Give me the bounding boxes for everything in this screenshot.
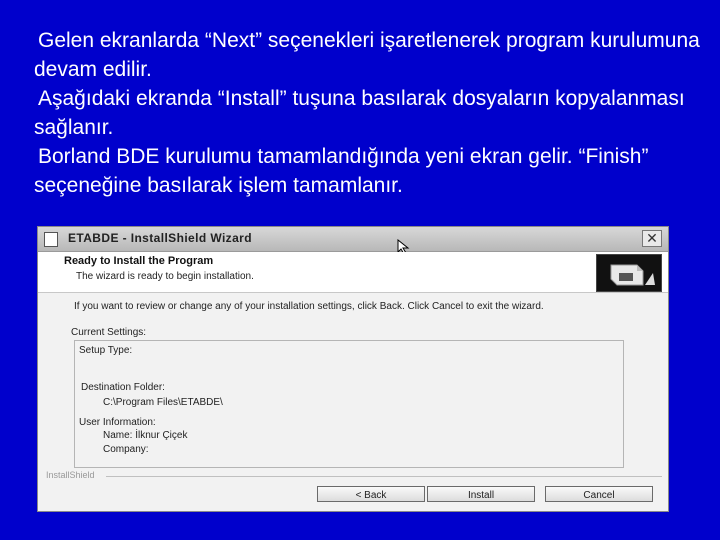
company-value: Company: (103, 444, 149, 455)
destination-folder-label: Destination Folder: (81, 382, 165, 393)
cancel-button[interactable]: Cancel (545, 486, 653, 502)
header-subtitle: The wizard is ready to begin installatio… (76, 271, 254, 282)
user-name-value: Name: İlknur Çiçek (103, 430, 188, 441)
wizard-header: Ready to Install the Program The wizard … (38, 252, 668, 293)
installshield-brand: InstallShield (46, 470, 95, 480)
app-icon (44, 232, 58, 247)
installshield-logo-icon (596, 254, 662, 292)
current-settings-label: Current Settings: (71, 327, 147, 338)
window-title: ETABDE - InstallShield Wizard (68, 231, 252, 245)
setup-type-label: Setup Type: (79, 345, 133, 356)
install-button[interactable]: Install (427, 486, 535, 502)
slide-paragraph-1: Gelen ekranlarda “Next” seçenekleri işar… (34, 26, 704, 84)
slide-paragraph-2: Aşağıdaki ekranda “Install” tuşuna basıl… (34, 84, 704, 142)
slide-text: Gelen ekranlarda “Next” seçenekleri işar… (34, 26, 704, 200)
intro-text: If you want to review or change any of y… (74, 301, 544, 312)
slide-line-2: Aşağıdaki ekranda “Install” tuşuna basıl… (34, 87, 685, 139)
destination-folder-value: C:\Program Files\ETABDE\ (103, 397, 223, 408)
close-icon: ✕ (646, 230, 658, 246)
header-title: Ready to Install the Program (64, 255, 214, 267)
wizard-body: If you want to review or change any of y… (38, 293, 668, 511)
back-button[interactable]: < Back (317, 486, 425, 502)
footer-divider (106, 476, 662, 477)
installshield-wizard-window: ETABDE - InstallShield Wizard ✕ Ready to… (37, 226, 669, 512)
window-titlebar[interactable]: ETABDE - InstallShield Wizard ✕ (38, 227, 668, 255)
slide-paragraph-3: Borland BDE kurulumu tamamlandığında yen… (34, 142, 704, 200)
close-button[interactable]: ✕ (642, 230, 662, 247)
current-settings-box[interactable]: Setup Type: Destination Folder: C:\Progr… (74, 340, 624, 468)
slide-line-1: Gelen ekranlarda “Next” seçenekleri işar… (34, 29, 700, 81)
slide-line-3: Borland BDE kurulumu tamamlandığında yen… (34, 145, 649, 197)
computer-box-icon (601, 261, 657, 287)
user-information-label: User Information: (79, 417, 156, 428)
